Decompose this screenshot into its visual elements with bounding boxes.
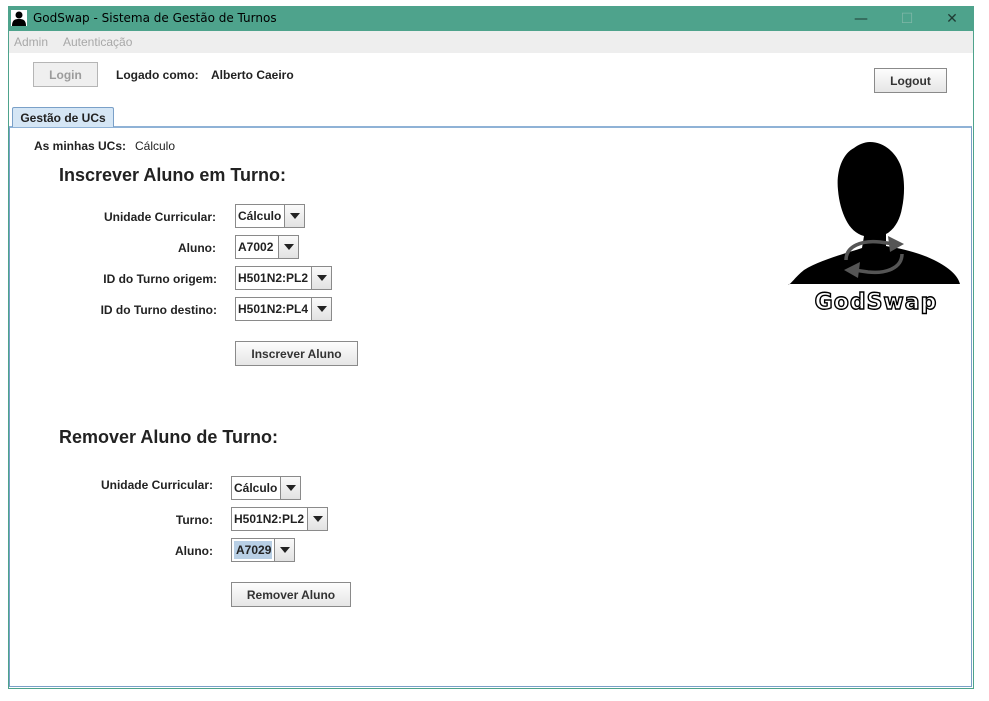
enroll-origin-value: H501N2:PL2 (238, 271, 309, 285)
remove-student-select[interactable]: A7029 (231, 538, 295, 562)
godswap-logo: GodSwap (784, 136, 964, 316)
chevron-down-icon[interactable] (311, 267, 331, 289)
minimize-button[interactable]: — (838, 6, 884, 31)
enroll-uc-select[interactable]: Cálculo (235, 204, 305, 228)
enroll-dest-value: H501N2:PL4 (238, 302, 309, 316)
remove-student-value: A7029 (234, 541, 272, 559)
enroll-student-value: A7002 (238, 240, 274, 254)
enroll-uc-label: Unidade Curricular: (103, 210, 216, 224)
logo-text: GodSwap (815, 290, 938, 315)
remove-uc-label: Unidade Curricular: (100, 478, 213, 492)
enroll-origin-label: ID do Turno origem: (103, 272, 217, 286)
chevron-down-icon[interactable] (274, 539, 294, 561)
close-button[interactable]: ✕ (929, 6, 975, 31)
person-swap-icon: GodSwap (788, 142, 960, 316)
chevron-down-icon[interactable] (307, 508, 327, 530)
window-title: GodSwap - Sistema de Gestão de Turnos (33, 11, 277, 25)
remove-uc-value: Cálculo (234, 481, 278, 495)
menu-admin[interactable]: Admin (14, 35, 48, 49)
maximize-button[interactable]: ☐ (884, 6, 930, 31)
enroll-origin-select[interactable]: H501N2:PL2 (235, 266, 332, 290)
enroll-student-button[interactable]: Inscrever Aluno (235, 341, 358, 366)
enroll-student-label: Aluno: (178, 241, 216, 255)
chevron-down-icon[interactable] (280, 477, 300, 499)
remove-shift-select[interactable]: H501N2:PL2 (231, 507, 328, 531)
logout-button[interactable]: Logout (874, 68, 947, 93)
enroll-student-select[interactable]: A7002 (235, 235, 299, 259)
chevron-down-icon[interactable] (284, 205, 304, 227)
enroll-dest-select[interactable]: H501N2:PL4 (235, 297, 332, 321)
menu-autenticacao[interactable]: Autenticação (63, 35, 132, 49)
remove-student-button[interactable]: Remover Aluno (231, 582, 351, 607)
enroll-dest-label: ID do Turno destino: (100, 303, 217, 317)
tab-gestao-ucs[interactable]: Gestão de UCs (12, 107, 114, 127)
chevron-down-icon[interactable] (311, 298, 331, 320)
menu-bar (9, 31, 973, 53)
remove-shift-value: H501N2:PL2 (234, 512, 305, 526)
logged-user-name: Alberto Caeiro (211, 68, 294, 82)
logged-as-label: Logado como: (116, 68, 199, 82)
enroll-title: Inscrever Aluno em Turno: (59, 165, 287, 185)
login-button[interactable]: Login (33, 62, 98, 87)
remove-uc-select[interactable]: Cálculo (231, 476, 301, 500)
remove-title: Remover Aluno de Turno: (59, 427, 279, 447)
my-ucs-label: As minhas UCs: (34, 139, 127, 153)
remove-student-label: Aluno: (175, 544, 213, 558)
chevron-down-icon[interactable] (278, 236, 298, 258)
my-ucs-value: Cálculo (135, 139, 176, 153)
remove-shift-label: Turno: (175, 513, 213, 527)
enroll-uc-value: Cálculo (238, 209, 282, 223)
app-person-icon (11, 10, 27, 26)
